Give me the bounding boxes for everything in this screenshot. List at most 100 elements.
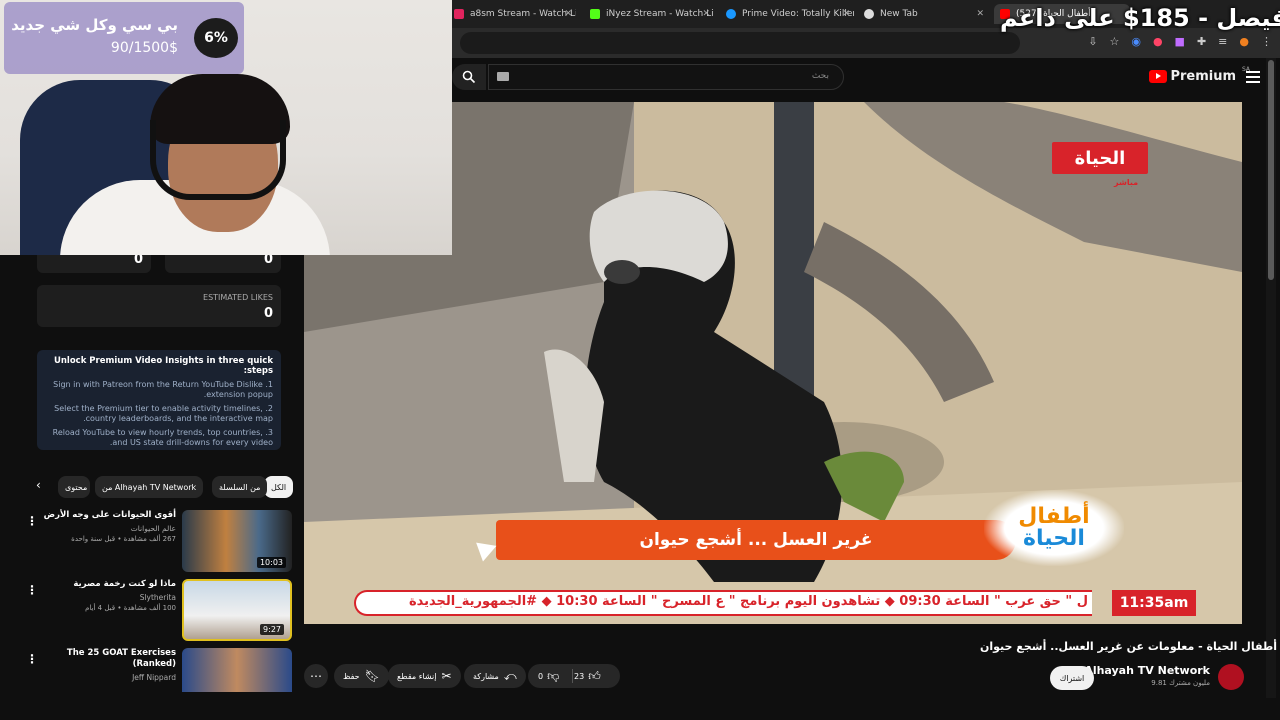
save-label: حفظ — [343, 671, 360, 681]
premium-label: Premium — [1170, 69, 1236, 84]
tab-favicon-icon — [590, 9, 600, 19]
extension-icon[interactable]: ● — [1153, 35, 1163, 48]
channel-name[interactable]: عالم الحيوانات — [30, 524, 176, 533]
like-dislike-group: 23 👍︎ 0 👎︎ — [528, 664, 620, 688]
profile-icon[interactable]: ● — [1239, 35, 1249, 48]
channel-row: Alhayah TV Network 9.81 مليون مشترك اشتر… — [1050, 662, 1244, 692]
estimated-likes-value: 0 — [263, 306, 273, 321]
share-label: مشاركة — [473, 671, 499, 681]
share-icon: ⤺ — [503, 668, 517, 683]
more-options-icon[interactable]: ⋮ — [26, 514, 38, 528]
chip-series[interactable]: من السلسلة — [212, 476, 268, 498]
lower-third-text: غرير العسل ... أشجع حيوان — [639, 530, 873, 550]
chip-channel[interactable]: من Alhayah TV Network — [95, 476, 204, 498]
chip-all[interactable]: الكل — [264, 476, 294, 498]
save-button[interactable]: حفظ 🔖︎ — [334, 664, 389, 688]
chip-related[interactable]: محتوى — [58, 476, 90, 498]
browser-tab[interactable]: Prime Video: Totally Killer ✕ — [720, 4, 854, 24]
video-thumbnail[interactable]: 10:03 — [182, 510, 292, 572]
extension-icon[interactable]: ◉ — [1131, 35, 1141, 48]
estimated-likes-card: ESTIMATED LIKES 0 — [37, 285, 281, 327]
bookmark-icon: 🔖︎ — [364, 669, 380, 683]
like-count: 23 — [574, 671, 585, 681]
keyboard-icon[interactable] — [497, 72, 509, 81]
search-placeholder: بحث — [811, 71, 829, 81]
tab-label: iNyez Stream - Watch Live — [606, 9, 714, 19]
list-item[interactable]: 9:27 ماذا لو كنت رخمة مصرية Slytherita 1… — [20, 579, 296, 645]
tab-close-icon[interactable]: ✕ — [842, 9, 850, 19]
duration-badge: 10:03 — [256, 557, 286, 568]
dislike-count: 0 — [538, 671, 544, 681]
bookmark-star-icon[interactable]: ☆ — [1109, 35, 1119, 48]
webcam-overlay: 6% بي سي وكل شي جديد 90/1500$ — [0, 0, 452, 255]
tab-close-icon[interactable]: ✕ — [702, 9, 710, 19]
youtube-logo-icon — [1149, 70, 1168, 83]
thumbs-up-icon: 👍︎ — [588, 668, 601, 683]
lower-third-banner: غرير العسل ... أشجع حيوان — [496, 520, 1016, 560]
tab-favicon-icon — [864, 9, 874, 19]
share-button[interactable]: مشاركة ⤺ — [464, 664, 526, 688]
video-title: أطفال الحياة - معلومات عن غرير العسل.. أ… — [980, 640, 1277, 653]
search-button[interactable] — [452, 64, 486, 90]
more-actions-icon[interactable]: ⋯ — [304, 664, 328, 688]
channel-avatar[interactable] — [1218, 664, 1244, 690]
tab-label: New Tab — [880, 9, 918, 19]
video-thumbnail[interactable] — [182, 648, 292, 692]
video-title[interactable]: The 25 GOAT Exercises (Ranked) — [30, 648, 176, 670]
thumbs-down-icon: 👎︎ — [547, 668, 560, 683]
clip-button[interactable]: إنشاء مقطع ✂ — [388, 664, 461, 688]
extensions-area: ⇩ ☆ ◉ ● ■ ✚ ≡ ● ⋮ — [1088, 35, 1272, 48]
channel-name[interactable]: Slytherita — [30, 593, 176, 602]
video-title[interactable]: أقوى الحيوانات على وجه الأرض — [30, 510, 176, 521]
premium-insights-box: Unlock Premium Video Insights in three q… — [37, 350, 281, 450]
divider — [572, 669, 573, 683]
browser-tab[interactable]: iNyez Stream - Watch Live ✕ — [584, 4, 714, 24]
insights-title: Unlock Premium Video Insights in three q… — [53, 356, 273, 376]
puzzle-icon[interactable]: ✚ — [1197, 35, 1206, 48]
more-options-icon[interactable]: ⋮ — [26, 652, 38, 666]
youtube-premium-logo[interactable]: Premium — [1149, 69, 1236, 84]
channel-watermark-text: الحياة — [1074, 147, 1126, 169]
subscribe-button[interactable]: اشتراك — [1050, 666, 1094, 690]
hamburger-menu-icon[interactable] — [1246, 71, 1260, 83]
estimated-likes-label: ESTIMATED LIKES — [203, 293, 273, 302]
video-thumbnail[interactable]: 9:27 — [182, 579, 292, 641]
install-icon[interactable]: ⇩ — [1088, 35, 1097, 48]
insights-step: 2. Select the Premium tier to enable act… — [54, 404, 273, 423]
address-bar[interactable] — [460, 32, 1020, 54]
channel-name[interactable]: Alhayah TV Network — [1084, 664, 1210, 677]
menu-dots-icon[interactable]: ⋮ — [1261, 35, 1272, 48]
tab-close-icon[interactable]: ✕ — [564, 9, 572, 19]
subscribe-label: اشتراك — [1059, 673, 1085, 683]
youtube-header: بحث Premium SA — [452, 58, 1280, 98]
video-meta: 100 ألف مشاهدة • قبل 4 أيام — [85, 604, 176, 613]
browser-tab[interactable]: a8sm Stream - Watch Live ✕ — [448, 4, 576, 24]
ticker-clock: 11:35am — [1112, 590, 1196, 616]
extension-icon[interactable]: ■ — [1175, 35, 1185, 48]
video-title[interactable]: ماذا لو كنت رخمة مصرية — [30, 579, 176, 590]
scissors-icon: ✂ — [441, 669, 452, 683]
filter-chips: الكل من السلسلة من Alhayah TV Network مح… — [0, 474, 300, 498]
goal-title: بي سي وكل شي جديد — [11, 16, 178, 34]
goal-amount: 90/1500$ — [110, 40, 178, 56]
scrollbar-thumb[interactable] — [1268, 60, 1274, 280]
search-icon — [462, 70, 476, 84]
more-options-icon[interactable]: ⋮ — [26, 583, 38, 597]
channel-watermark: الحياة — [1052, 142, 1148, 174]
show-logo: أطفال الحياة — [984, 490, 1124, 566]
list-item[interactable]: 10:03 أقوى الحيوانات على وجه الأرض عالم … — [20, 510, 296, 576]
tab-label: a8sm Stream - Watch Live — [470, 9, 576, 19]
browser-tab[interactable]: New Tab ✕ — [858, 4, 988, 24]
browser-toolbar: ⇩ ☆ ◉ ● ■ ✚ ≡ ● ⋮ — [452, 28, 1280, 58]
search-input[interactable]: بحث — [488, 64, 844, 90]
media-icon[interactable]: ≡ — [1218, 35, 1227, 48]
show-logo-line: الحياة — [1023, 526, 1085, 551]
channel-name[interactable]: Jeff Nippard — [30, 673, 176, 682]
tab-favicon-icon — [726, 9, 736, 19]
headset — [150, 120, 286, 200]
like-button[interactable]: 23 👍︎ — [574, 664, 601, 688]
list-item[interactable]: The 25 GOAT Exercises (Ranked) Jeff Nipp… — [20, 648, 296, 692]
dislike-button[interactable]: 0 👎︎ — [538, 664, 559, 688]
ticker-time: 11:35am — [1119, 595, 1189, 611]
tab-close-icon[interactable]: ✕ — [976, 9, 984, 19]
